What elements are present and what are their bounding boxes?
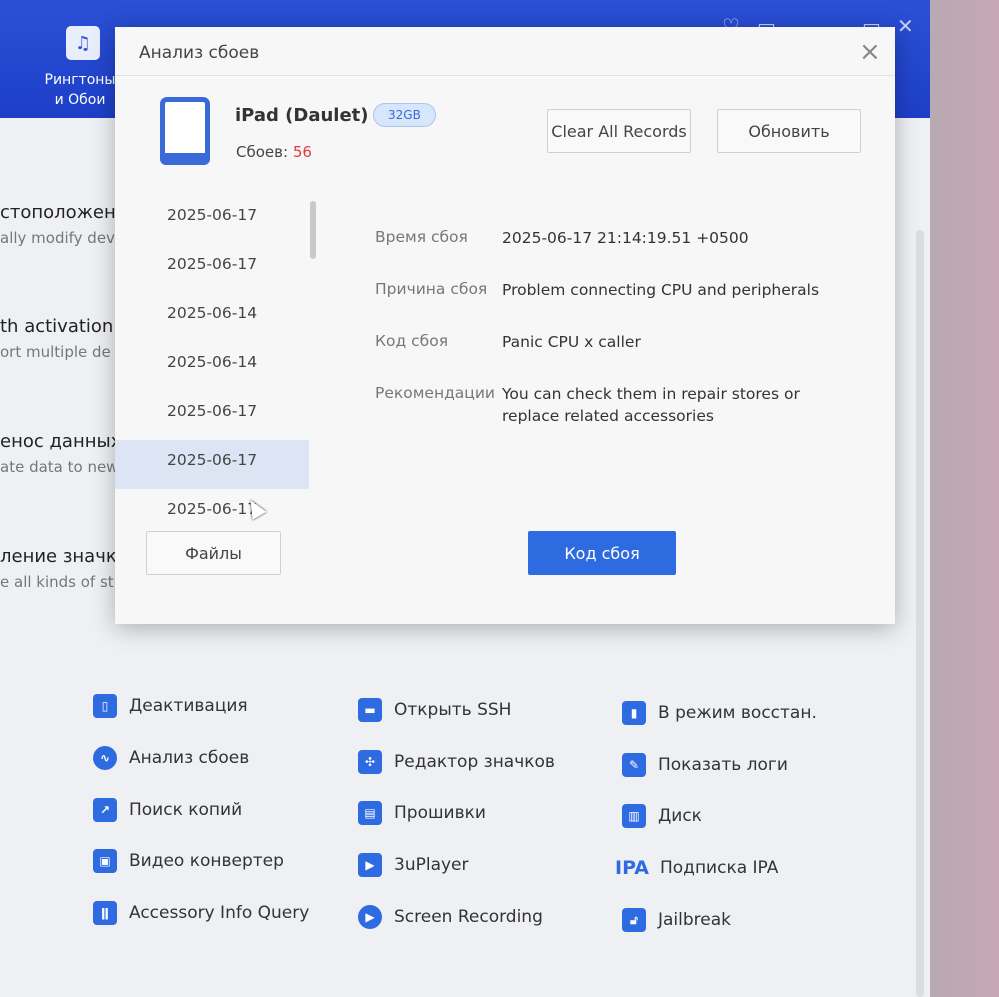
ringtones-icon[interactable]: ♫ [66, 26, 100, 60]
tool-label: Jailbreak [658, 910, 732, 930]
dialog-divider [115, 75, 895, 76]
list-item[interactable]: 2025-06-17 [115, 195, 309, 244]
app-close-icon[interactable]: ✕ [897, 14, 914, 38]
crash-time-label: Время сбоя [375, 228, 468, 246]
tool-label: Диск [658, 806, 702, 826]
files-button[interactable]: Файлы [146, 531, 281, 575]
tool-label: 3uPlayer [394, 855, 469, 875]
crash-date-list[interactable]: 2025-06-17 2025-06-17 2025-06-14 2025-06… [115, 195, 309, 517]
list-item[interactable]: 2025-06-17 [115, 391, 309, 440]
tool-label: Видео конвертер [129, 851, 284, 871]
crash-code-label: Код сбоя [375, 332, 449, 350]
tool-label: Анализ сбоев [129, 748, 250, 768]
log-icon: ✎ [622, 753, 646, 777]
play-icon: ▶ [358, 853, 382, 877]
recommendations-value: You can check them in repair stores or r… [502, 385, 800, 425]
storage-badge: 32GB [373, 103, 436, 127]
ringtones-label-line2: и Обои [54, 92, 106, 108]
tool-label: Screen Recording [394, 907, 543, 927]
tool-open-ssh[interactable]: ▬ Открыть SSH [358, 698, 511, 722]
tool-firmware[interactable]: ▤ Прошивки [358, 801, 486, 825]
tool-label: Прошивки [394, 803, 486, 823]
ringtones-label-line1: Рингтоны [44, 72, 116, 88]
tool-label: Поиск копий [129, 800, 243, 820]
tool-label: Показать логи [658, 755, 788, 775]
tool-label: Открыть SSH [394, 700, 512, 720]
list-item[interactable]: 2025-06-17 [115, 440, 309, 489]
tool-ipa-signing[interactable]: IPA Подписка IPA [615, 856, 779, 880]
tool-disk[interactable]: ▥ Диск [622, 804, 702, 828]
tool-icon-editor[interactable]: ✣ Редактор значков [358, 750, 555, 774]
crash-count-label: Сбоев: [236, 143, 289, 161]
crash-code-value: Panic CPU x caller [502, 333, 641, 351]
clear-all-records-button[interactable]: Clear All Records [547, 109, 691, 153]
tool-jailbreak[interactable]: 🔓︎ Jailbreak [622, 908, 731, 932]
crash-reason-value: Problem connecting CPU and peripherals [502, 281, 820, 299]
crash-count: Сбоев: 56 [236, 143, 312, 161]
lock-icon: 🔓︎ [622, 908, 646, 932]
list-item[interactable]: 2025-06-17 [115, 489, 309, 517]
toolbox-icon: ▣ [93, 849, 117, 873]
device-name: iPad (Daulet) [235, 105, 369, 126]
plug-icon: ǁ [93, 901, 117, 925]
terminal-icon: ▬ [358, 698, 382, 722]
crash-analysis-dialog: Анализ сбоев × iPad (Daulet) 32GB Сбоев:… [115, 27, 895, 624]
recovery-icon: ▮ [622, 701, 646, 725]
tool-deactivation[interactable]: ▯ Деактивация [93, 694, 248, 718]
ringtones-nav-label[interactable]: Рингтоны и Обои [40, 70, 120, 110]
refresh-button[interactable]: Обновить [717, 109, 861, 153]
tool-show-logs[interactable]: ✎ Показать логи [622, 753, 788, 777]
pulse-icon: ∿ [93, 746, 117, 770]
list-item[interactable]: 2025-06-17 [115, 244, 309, 293]
recommendations-label: Рекомендации [375, 384, 496, 402]
record-icon: ▶ [358, 905, 382, 929]
list-item[interactable]: 2025-06-14 [115, 293, 309, 342]
tool-backup-search[interactable]: ↗ Поиск копий [93, 798, 242, 822]
tool-3uplayer[interactable]: ▶ 3uPlayer [358, 853, 469, 877]
crash-count-value: 56 [292, 143, 312, 161]
tool-recovery-mode[interactable]: ▮ В режим восстан. [622, 701, 817, 725]
disk-icon: ▥ [622, 804, 646, 828]
list-item[interactable]: 2025-06-14 [115, 342, 309, 391]
tool-label: Подписка IPA [660, 858, 779, 878]
list-scrollbar[interactable] [310, 201, 316, 259]
tool-accessory-info[interactable]: ǁ Accessory Info Query [93, 901, 309, 925]
tool-label: Редактор значков [394, 752, 555, 772]
tool-label: В режим восстан. [658, 703, 817, 723]
ipad-icon [160, 97, 210, 165]
crash-time-value: 2025-06-17 21:14:19.51 +0500 [502, 229, 749, 247]
ipa-icon: IPA [615, 857, 649, 879]
close-icon[interactable]: × [859, 37, 881, 67]
tool-crash-analysis[interactable]: ∿ Анализ сбоев [93, 746, 249, 770]
firmware-icon: ▤ [358, 801, 382, 825]
tool-screen-recording[interactable]: ▶ Screen Recording [358, 905, 543, 929]
dialog-title: Анализ сбоев [139, 43, 260, 63]
crash-reason-label: Причина сбоя [375, 280, 488, 298]
phone-icon: ▯ [93, 694, 117, 718]
main-scrollbar[interactable] [916, 230, 924, 997]
app-window: ♫ Рингтоны и Обои ♡ ▭ ▭ ✕ стоположение a… [0, 0, 930, 997]
grid-icon: ✣ [358, 750, 382, 774]
tool-label: Деактивация [129, 696, 248, 716]
tool-video-converter[interactable]: ▣ Видео конвертер [93, 849, 284, 873]
crash-code-button[interactable]: Код сбоя [528, 531, 676, 575]
chart-icon: ↗ [93, 798, 117, 822]
tool-label: Accessory Info Query [129, 903, 310, 923]
